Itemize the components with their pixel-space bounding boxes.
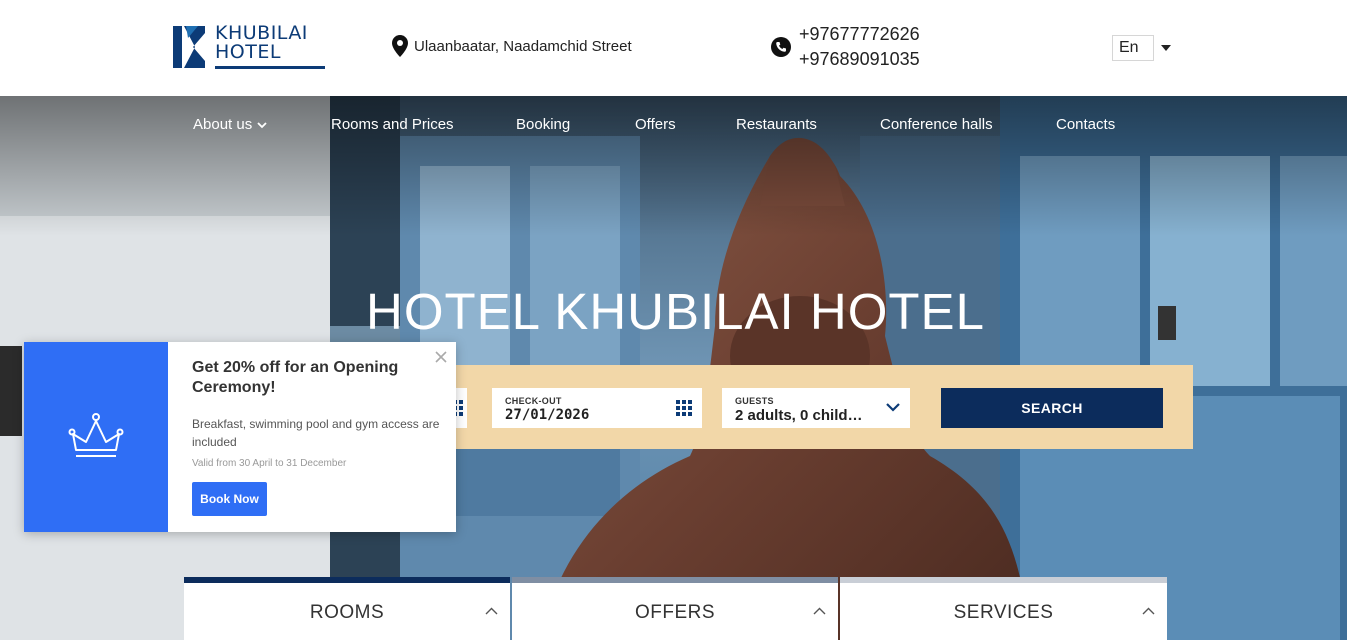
booking-panel: CHECK-OUT 27/01/2026 GUESTS 2 adults, 0 … <box>443 365 1193 449</box>
tab-services[interactable]: SERVICES <box>840 577 1167 640</box>
nav-item-label: About us <box>193 116 253 133</box>
chevron-up-icon[interactable] <box>813 607 826 615</box>
site-header: KHUBILAI HOTEL Ulaanbaatar, Naadamchid S… <box>0 0 1347 96</box>
tab-label: OFFERS <box>634 602 716 623</box>
book-now-button[interactable]: Book Now <box>192 482 267 516</box>
chevron-up-icon[interactable] <box>485 607 498 615</box>
phone-icon <box>771 37 791 57</box>
popup-description: Breakfast, swimming pool and gym access … <box>192 417 440 449</box>
chevron-down-icon <box>257 121 267 128</box>
address: Ulaanbaatar, Naadamchid Street <box>392 34 632 58</box>
logo-line-2: HOTEL <box>215 41 281 63</box>
tab-label: SERVICES <box>953 602 1054 623</box>
nav-item-label: Offers <box>635 116 676 133</box>
popup-title: Get 20% off for an Opening Ceremony! <box>192 359 399 396</box>
popup-validity: Valid from 30 April to 31 December <box>192 458 347 469</box>
nav-item-label: Contacts <box>1056 116 1116 133</box>
logo-mark-icon <box>173 26 205 68</box>
phone-number-2[interactable]: +97689091035 <box>799 47 920 72</box>
nav-item-restaurants[interactable]: Restaurants <box>736 116 817 133</box>
tab-label: ROOMS <box>309 602 385 623</box>
caret-down-icon[interactable] <box>1161 45 1171 51</box>
tab-indicator <box>184 577 510 583</box>
guests-value[interactable]: 2 adults, 0 child… <box>735 407 863 424</box>
tab-offers[interactable]: OFFERS <box>512 577 838 640</box>
logo-text: KHUBILAI HOTEL <box>215 24 308 62</box>
nav-item-label: Booking <box>516 116 571 133</box>
nav-item-booking[interactable]: Booking <box>516 116 570 133</box>
guests-label: GUESTS <box>735 396 774 406</box>
promo-popup: Get 20% off for an Opening Ceremony! Bre… <box>24 342 456 532</box>
chevron-down-icon[interactable] <box>886 402 900 412</box>
tab-rooms[interactable]: ROOMS <box>184 577 510 640</box>
nav-item-conference-halls[interactable]: Conference halls <box>880 116 993 133</box>
nav-item-label: Rooms and Prices <box>331 116 454 133</box>
nav-item-contacts[interactable]: Contacts <box>1056 116 1115 133</box>
nav-item-label: Conference halls <box>880 116 993 133</box>
calendar-grid-icon[interactable] <box>676 400 692 416</box>
map-pin-icon <box>392 35 408 57</box>
language-selector[interactable]: En <box>1112 35 1171 61</box>
phone-numbers: +97677772626 +97689091035 <box>771 22 920 72</box>
check-out-label: CHECK-OUT <box>505 396 562 406</box>
nav-item-label: Restaurants <box>736 116 817 133</box>
close-icon[interactable] <box>434 350 448 364</box>
language-value[interactable]: En <box>1112 35 1154 61</box>
nav-item-rooms-and-prices[interactable]: Rooms and Prices <box>331 116 454 133</box>
chevron-up-icon[interactable] <box>1142 607 1155 615</box>
check-out-value[interactable]: 27/01/2026 <box>505 407 589 423</box>
tab-indicator <box>512 577 838 583</box>
check-out-field[interactable]: CHECK-OUT 27/01/2026 <box>492 388 702 428</box>
popup-icon-panel <box>24 342 168 532</box>
hero-title: HOTEL KHUBILAI HOTEL <box>366 283 985 340</box>
hotel-logo[interactable]: KHUBILAI HOTEL <box>173 24 325 70</box>
main-navigation: About us Rooms and Prices Booking Offers… <box>0 96 1347 156</box>
nav-item-offers[interactable]: Offers <box>635 116 676 133</box>
address-text: Ulaanbaatar, Naadamchid Street <box>414 37 632 55</box>
tab-indicator <box>840 577 1167 583</box>
guests-field[interactable]: GUESTS 2 adults, 0 child… <box>722 388 910 428</box>
crown-icon <box>68 413 124 457</box>
phone-number-1[interactable]: +97677772626 <box>799 22 920 47</box>
feature-tabs: ROOMS OFFERS SERVICES <box>184 577 1167 640</box>
nav-item-about-us[interactable]: About us <box>193 116 267 133</box>
logo-underline <box>215 66 325 69</box>
search-button[interactable]: SEARCH <box>941 388 1163 428</box>
